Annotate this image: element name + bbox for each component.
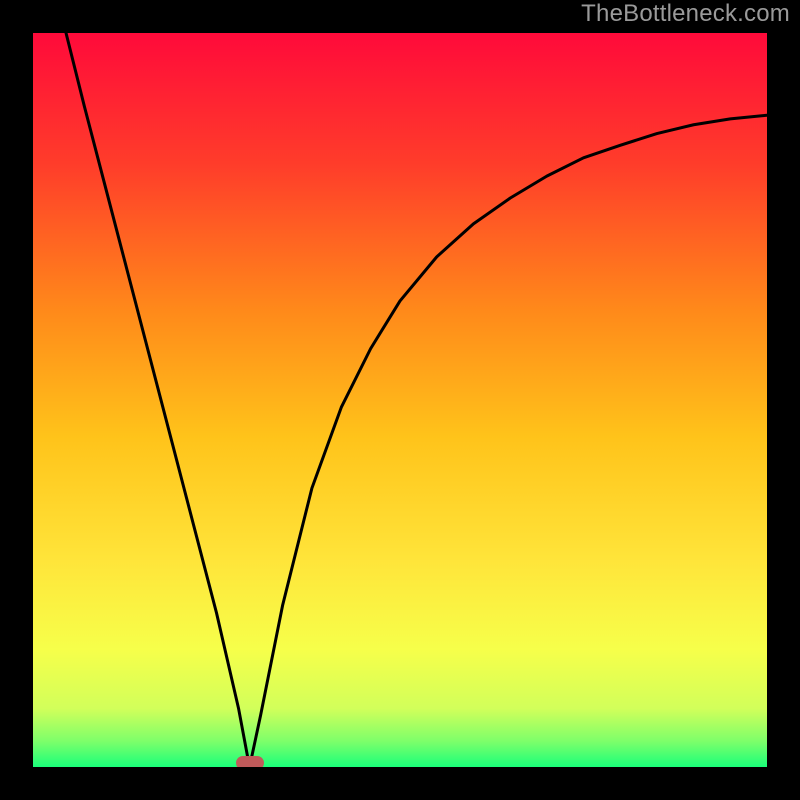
minimum-marker — [236, 756, 264, 767]
plot-area — [33, 33, 767, 767]
chart-frame: TheBottleneck.com — [0, 0, 800, 800]
curve-layer — [33, 33, 767, 767]
watermark-text: TheBottleneck.com — [581, 0, 790, 28]
bottleneck-curve — [66, 33, 767, 767]
